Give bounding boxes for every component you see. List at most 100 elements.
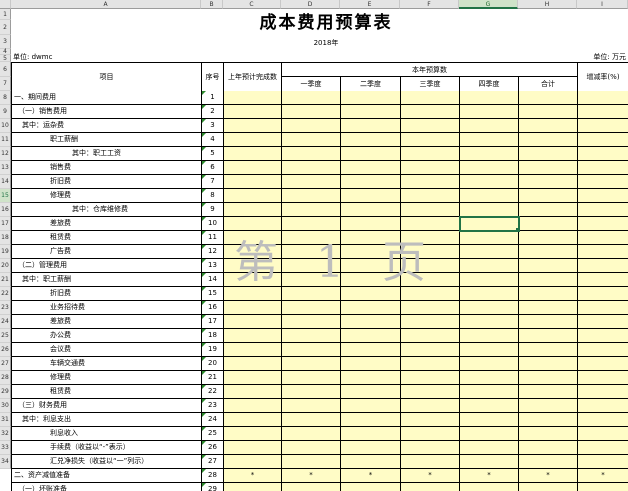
data-cell[interactable] [401, 399, 460, 413]
data-cell[interactable] [401, 217, 460, 231]
row-number[interactable]: 9 [0, 105, 11, 119]
data-cell[interactable] [578, 399, 628, 413]
row-seq[interactable]: 27 [202, 455, 224, 469]
data-cell[interactable] [341, 357, 401, 371]
row-number[interactable]: 16 [0, 203, 11, 217]
row-label[interactable]: 租赁费 [12, 385, 202, 399]
data-cell[interactable] [578, 91, 628, 105]
data-cell[interactable]: * [224, 469, 282, 483]
data-cell[interactable] [341, 399, 401, 413]
row-number[interactable]: 27 [0, 357, 11, 371]
row-label[interactable]: 办公费 [12, 329, 202, 343]
row-label[interactable]: 会议费 [12, 343, 202, 357]
data-cell[interactable] [282, 259, 341, 273]
data-cell[interactable] [341, 119, 401, 133]
data-cell[interactable] [460, 175, 519, 189]
fill-handle[interactable] [516, 228, 520, 232]
row-label[interactable]: 其中：利息支出 [12, 413, 202, 427]
data-cell[interactable] [460, 203, 519, 217]
data-cell[interactable] [578, 427, 628, 441]
data-cell[interactable] [224, 189, 282, 203]
row-label[interactable]: 汇兑净损失（收益以“一”列示） [12, 455, 202, 469]
data-cell[interactable] [460, 245, 519, 259]
data-cell[interactable] [224, 91, 282, 105]
data-cell[interactable] [578, 105, 628, 119]
data-cell[interactable] [519, 245, 578, 259]
data-cell[interactable] [401, 329, 460, 343]
data-cell[interactable] [460, 455, 519, 469]
data-cell[interactable] [401, 133, 460, 147]
column-header-e[interactable]: E [340, 0, 400, 9]
row-label[interactable]: 利息收入 [12, 427, 202, 441]
data-cell[interactable] [282, 413, 341, 427]
data-cell[interactable] [519, 413, 578, 427]
data-cell[interactable] [341, 245, 401, 259]
data-cell[interactable] [224, 441, 282, 455]
data-cell[interactable]: * [578, 469, 628, 483]
row-number[interactable]: 26 [0, 343, 11, 357]
data-cell[interactable] [224, 273, 282, 287]
data-cell[interactable] [224, 427, 282, 441]
data-cell[interactable]: * [460, 469, 519, 483]
data-cell[interactable] [224, 147, 282, 161]
data-cell[interactable] [519, 91, 578, 105]
data-cell[interactable] [282, 231, 341, 245]
data-cell[interactable] [341, 147, 401, 161]
row-number[interactable]: 6 [0, 62, 11, 77]
row-number[interactable]: 13 [0, 161, 11, 175]
data-cell[interactable] [341, 427, 401, 441]
data-cell[interactable] [282, 399, 341, 413]
row-number[interactable]: 29 [0, 385, 11, 399]
row-label[interactable]: 销售费 [12, 161, 202, 175]
data-cell[interactable] [578, 329, 628, 343]
data-cell[interactable] [282, 427, 341, 441]
data-cell[interactable] [519, 287, 578, 301]
data-cell[interactable] [224, 119, 282, 133]
data-cell[interactable] [519, 385, 578, 399]
data-cell[interactable] [401, 231, 460, 245]
data-cell[interactable] [401, 385, 460, 399]
row-seq[interactable]: 5 [202, 147, 224, 161]
row-number[interactable]: 30 [0, 399, 11, 413]
data-cell[interactable] [519, 175, 578, 189]
data-cell[interactable] [519, 329, 578, 343]
data-cell[interactable] [224, 245, 282, 259]
data-cell[interactable] [578, 259, 628, 273]
data-cell[interactable] [519, 399, 578, 413]
data-cell[interactable] [401, 259, 460, 273]
data-cell[interactable] [460, 483, 519, 491]
data-cell[interactable] [401, 427, 460, 441]
row-number[interactable]: 5 [0, 55, 11, 62]
data-cell[interactable] [459, 216, 520, 232]
row-number[interactable]: 10 [0, 119, 11, 133]
data-cell[interactable] [578, 385, 628, 399]
data-cell[interactable] [282, 133, 341, 147]
data-cell[interactable] [282, 385, 341, 399]
row-seq[interactable]: 16 [202, 301, 224, 315]
data-cell[interactable] [519, 483, 578, 491]
data-cell[interactable] [460, 301, 519, 315]
row-seq[interactable]: 8 [202, 189, 224, 203]
row-seq[interactable]: 22 [202, 385, 224, 399]
data-cell[interactable] [578, 441, 628, 455]
data-cell[interactable] [460, 329, 519, 343]
data-cell[interactable] [341, 385, 401, 399]
data-cell[interactable] [282, 483, 341, 491]
data-cell[interactable] [341, 483, 401, 491]
data-cell[interactable] [460, 371, 519, 385]
data-cell[interactable] [341, 217, 401, 231]
data-cell[interactable] [224, 287, 282, 301]
row-number[interactable]: 23 [0, 301, 11, 315]
row-number[interactable]: 1 [0, 9, 11, 20]
row-seq[interactable]: 9 [202, 203, 224, 217]
data-cell[interactable] [460, 119, 519, 133]
row-number[interactable]: 2 [0, 20, 11, 35]
row-seq[interactable]: 7 [202, 175, 224, 189]
data-cell[interactable] [578, 413, 628, 427]
data-cell[interactable] [224, 315, 282, 329]
data-cell[interactable] [460, 343, 519, 357]
data-cell[interactable] [460, 413, 519, 427]
data-cell[interactable] [578, 203, 628, 217]
data-cell[interactable] [282, 147, 341, 161]
data-cell[interactable] [401, 161, 460, 175]
